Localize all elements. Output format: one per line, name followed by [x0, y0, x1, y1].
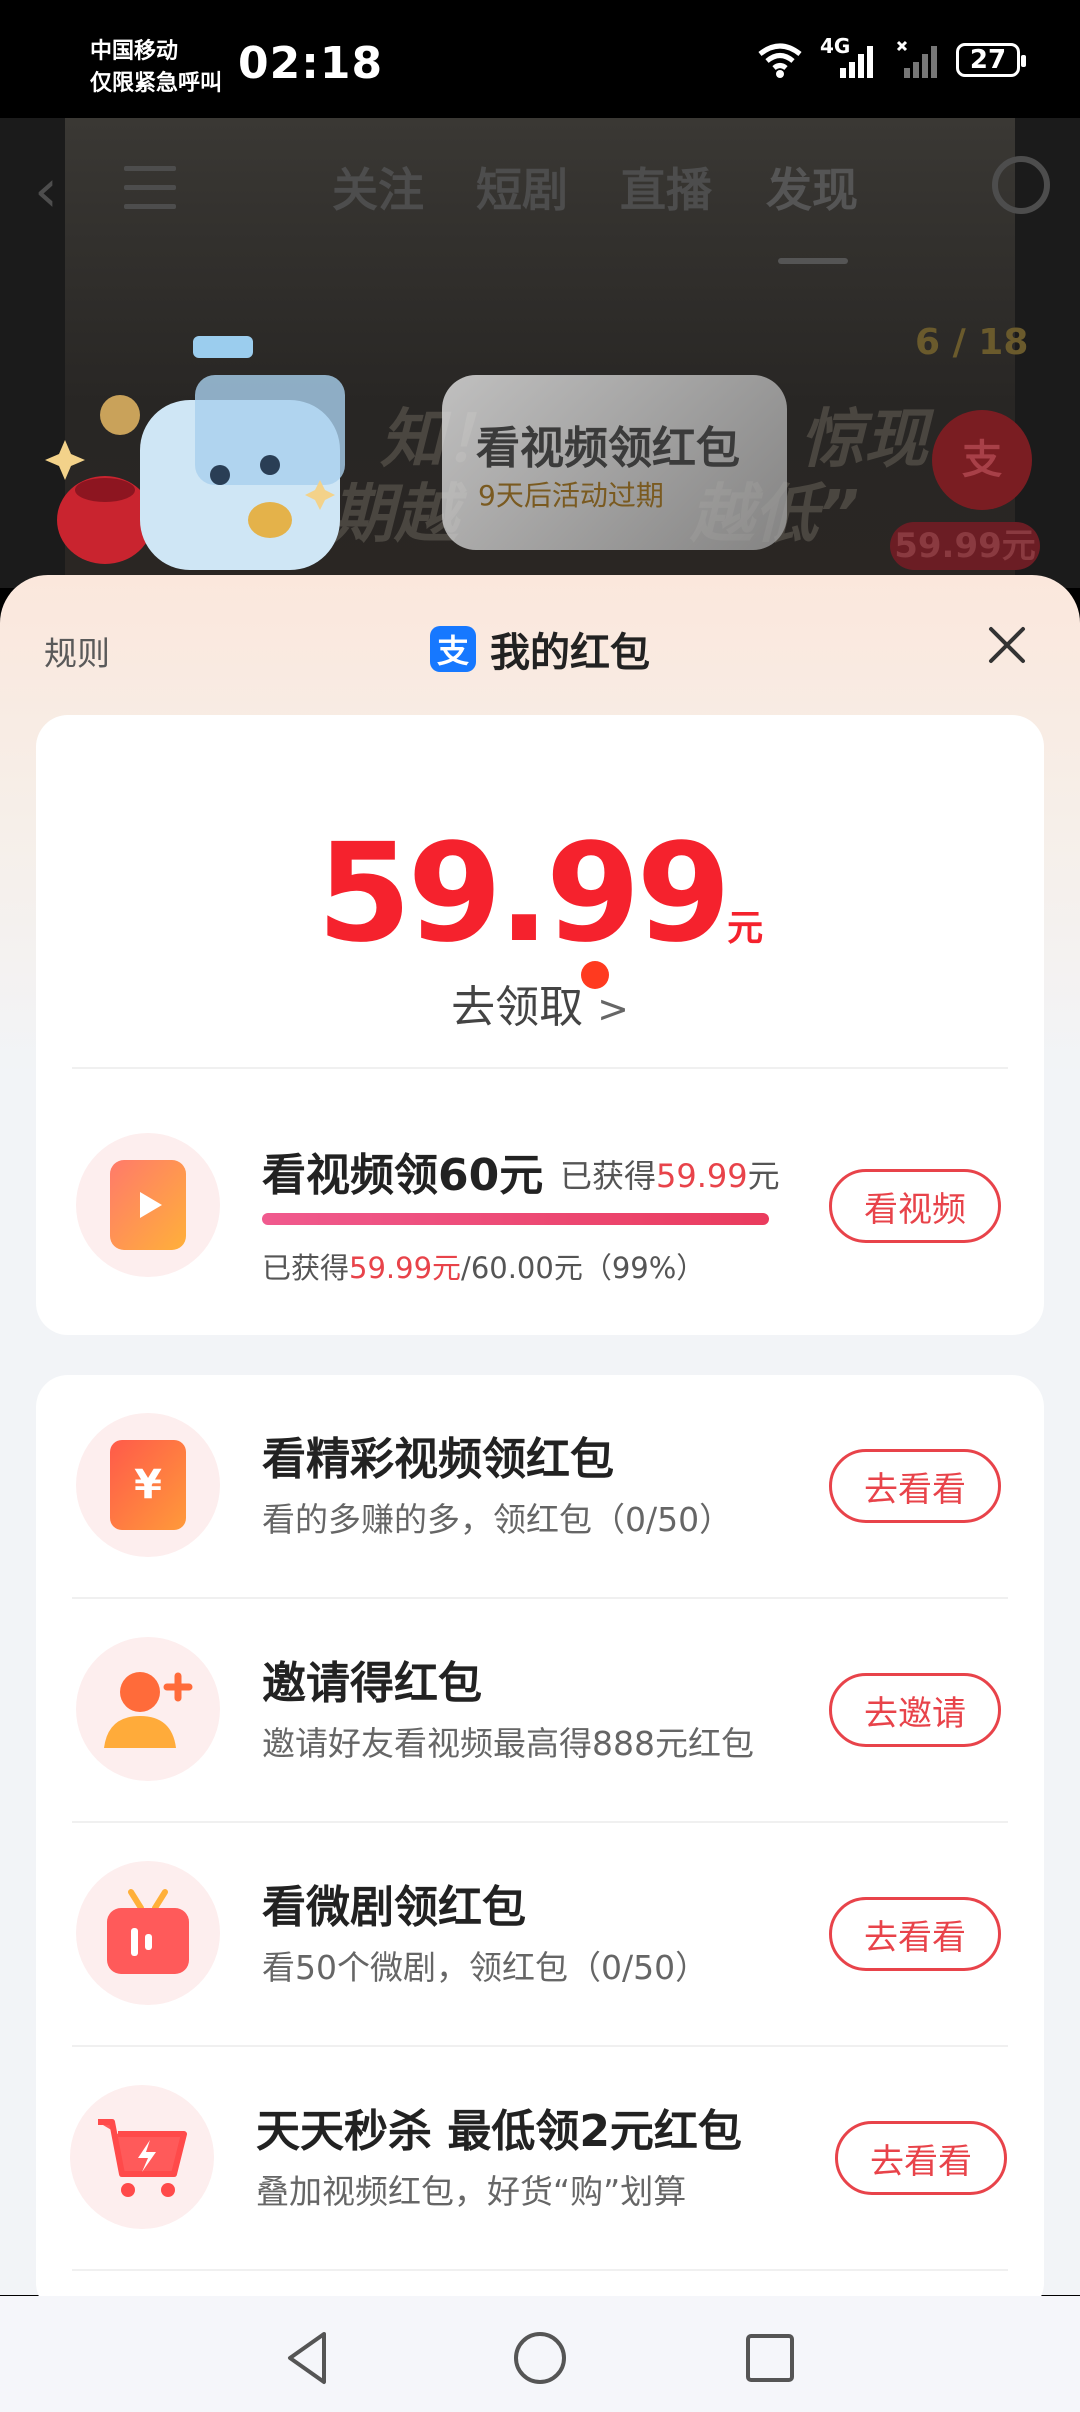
go-watch-button[interactable]: 去看看: [829, 1897, 1001, 1971]
task-icon-wrap: [76, 1637, 220, 1781]
alipay-icon: 支: [430, 626, 476, 672]
play-video-icon: [110, 1160, 186, 1250]
balance-unit: 元: [727, 908, 764, 949]
status-icons: 4G 27: [756, 34, 1026, 80]
balance-value: 59.99: [316, 815, 731, 973]
close-icon[interactable]: [985, 623, 1029, 667]
sheet-title: 支 我的红包: [430, 620, 650, 678]
tab-discover[interactable]: 发现: [766, 154, 858, 220]
back-icon[interactable]: ‹: [34, 156, 58, 226]
yuan-coupon-icon: ¥: [110, 1440, 186, 1530]
invite-user-icon: [104, 1672, 193, 1748]
mascot-illustration-icon: [45, 336, 345, 570]
status-bar: 中国移动 仅限紧急呼叫 02:18 4G 27: [0, 0, 1080, 120]
signal-no-service-icon: [896, 40, 937, 78]
recents-square-icon[interactable]: [742, 2330, 798, 2386]
task-icon-wrap: ¥: [76, 1413, 220, 1557]
task-subtitle: 叠加视频红包，好货“购”划算: [256, 2172, 687, 2211]
svg-text:¥: ¥: [134, 1462, 162, 1508]
redpacket-widget-icon[interactable]: 支: [932, 410, 1032, 510]
active-tab-indicator: [778, 258, 848, 264]
episode-counter: 6 / 18: [915, 322, 1029, 363]
rules-link[interactable]: 规则: [44, 627, 110, 675]
claim-label: 去领取: [451, 982, 584, 1033]
task-watch-videos: ¥ 看精彩视频领红包 看的多赚的多，领红包（0/50） 去看看: [36, 1375, 1044, 1595]
task-subtitle: 看的多赚的多，领红包（0/50）: [262, 1500, 733, 1539]
clock: 02:18: [238, 38, 384, 89]
watch-video-task: 看视频领60元 已获得59.99元 已获得59.99元/60.00元（99%） …: [36, 1095, 1044, 1315]
go-invite-button[interactable]: 去邀请: [829, 1673, 1001, 1747]
shopping-cart-icon: [98, 2119, 187, 2197]
search-icon[interactable]: [992, 156, 1050, 214]
redpacket-widget-amount[interactable]: 59.99元: [890, 522, 1040, 570]
balance-amount: 59.99元: [36, 815, 1044, 973]
task-earned: 已获得59.99元: [560, 1157, 780, 1195]
promo-bubble-expiry: 9天后活动过期: [478, 479, 664, 512]
home-circle-icon[interactable]: [512, 2330, 568, 2386]
carrier-name: 中国移动: [90, 39, 179, 64]
task-title: 看精彩视频领红包: [262, 1434, 614, 1485]
balance-card: 59.99元 去领取 > 看视频领60元 已获得59.99元 已获得59.99元: [36, 715, 1044, 1335]
claim-button[interactable]: 去领取 >: [36, 961, 1044, 1035]
divider: [72, 1067, 1008, 1069]
tv-icon: [107, 1889, 189, 1974]
task-micro-drama: 看微剧领红包 看50个微剧，领红包（0/50） 去看看: [36, 1823, 1044, 2043]
progress-bar: [262, 1213, 769, 1225]
task-flash-sale: 天天秒杀 最低领2元红包 叠加视频红包，好货“购”划算 去看看: [36, 2047, 1044, 2267]
task-icon-wrap: [76, 1861, 220, 2005]
task-subtitle: 邀请好友看视频最高得888元红包: [262, 1724, 754, 1763]
divider: [72, 2269, 1008, 2271]
task-icon-wrap: [76, 1133, 220, 1277]
carrier-info: 中国移动 仅限紧急呼叫: [90, 36, 222, 100]
tasks-card: ¥ 看精彩视频领红包 看的多赚的多，领红包（0/50） 去看看 邀请得红包 邀请…: [36, 1375, 1044, 2315]
menu-icon[interactable]: [124, 166, 176, 223]
system-navigation-bar: [0, 2296, 1080, 2412]
tab-live[interactable]: 直播: [620, 154, 712, 220]
top-navigation: ‹ 关注 短剧 直播 发现: [0, 148, 1080, 264]
chevron-right-icon: >: [597, 987, 629, 1031]
task-icon-wrap: [70, 2085, 214, 2229]
task-title: 看微剧领红包: [262, 1882, 526, 1933]
emergency-only-label: 仅限紧急呼叫: [90, 71, 223, 96]
sheet-title-text: 我的红包: [490, 630, 650, 676]
battery-icon: 27: [956, 43, 1026, 77]
task-invite: 邀请得红包 邀请好友看视频最高得888元红包 去邀请: [36, 1599, 1044, 1819]
wifi-icon: [758, 43, 802, 78]
watch-video-button[interactable]: 看视频: [829, 1169, 1001, 1243]
task-title: 邀请得红包: [262, 1658, 482, 1709]
back-triangle-icon[interactable]: [282, 2330, 332, 2386]
task-title: 看视频领60元: [262, 1150, 544, 1201]
tab-follow[interactable]: 关注: [332, 154, 424, 220]
task-title: 天天秒杀 最低领2元红包: [256, 2106, 742, 2157]
red-packet-sheet: 规则 支 我的红包 59.99元 去领取 > 看视频领60元 已获得59.99元…: [0, 575, 1080, 2315]
promo-bubble-title: 看视频领红包: [476, 423, 740, 474]
progress-text: 已获得59.99元/60.00元（99%）: [262, 1251, 706, 1285]
go-watch-button[interactable]: 去看看: [835, 2121, 1007, 2195]
tab-short-drama[interactable]: 短剧: [476, 154, 568, 220]
signal-4g-icon: 4G: [820, 34, 880, 80]
task-subtitle: 看50个微剧，领红包（0/50）: [262, 1948, 709, 1987]
notification-dot: [581, 961, 609, 989]
go-watch-button[interactable]: 去看看: [829, 1449, 1001, 1523]
